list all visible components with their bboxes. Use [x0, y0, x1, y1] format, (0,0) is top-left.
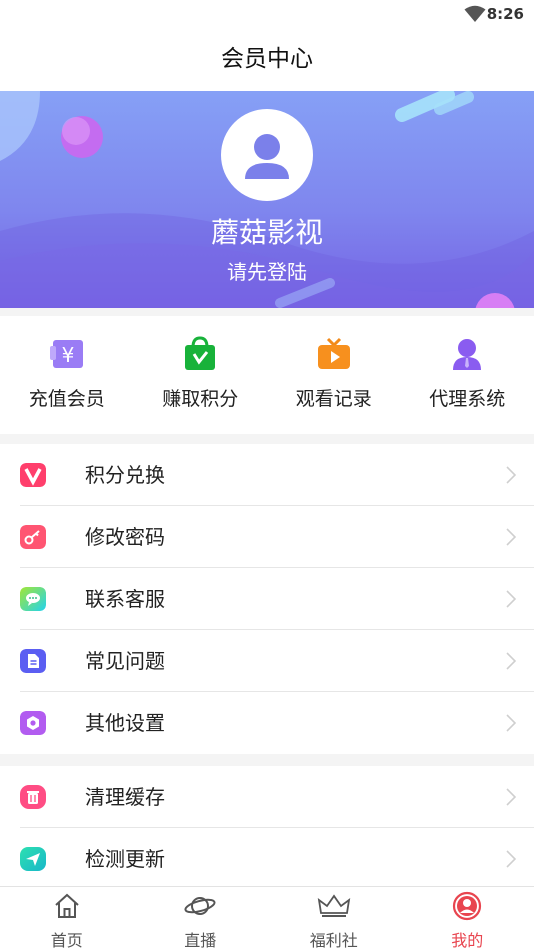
home-icon	[55, 893, 79, 918]
crown-icon	[317, 894, 350, 917]
tv-icon	[317, 337, 350, 369]
quick-action-label: 代理系统	[429, 388, 506, 410]
menu-item-faq[interactable]: 常见问题	[20, 630, 534, 692]
v-logo-icon	[20, 463, 46, 487]
gear-icon	[20, 711, 46, 735]
quick-action-label: 充值会员	[28, 388, 105, 410]
avatar[interactable]	[221, 109, 313, 201]
tab-welfare[interactable]: 福利社	[267, 887, 401, 949]
menu-item-change-password[interactable]: 修改密码	[20, 506, 534, 568]
menu-item-other-settings[interactable]: 其他设置	[20, 692, 534, 754]
quick-action-earn-points[interactable]: 赚取积分	[134, 316, 268, 434]
quick-action-recharge[interactable]: ¥ 充值会员	[0, 316, 134, 434]
chevron-right-icon	[506, 788, 516, 806]
chat-bubble-icon	[20, 587, 46, 611]
shopping-bag-icon	[185, 336, 216, 370]
quick-action-agent[interactable]: 代理系统	[401, 316, 534, 434]
menu-item-points-exchange[interactable]: 积分兑换	[20, 444, 534, 506]
chevron-right-icon	[506, 850, 516, 868]
tab-label: 首页	[50, 931, 83, 949]
chevron-right-icon	[506, 528, 516, 546]
status-time: 8:26	[486, 5, 524, 23]
yen-card-icon: ¥	[49, 340, 83, 368]
menu-group-main: 积分兑换 修改密码 联系客服 常见问题 其他设置	[0, 444, 534, 754]
tab-live[interactable]: 直播	[134, 887, 268, 949]
menu-item-label: 联系客服	[85, 587, 165, 611]
menu-item-check-update[interactable]: 检测更新	[20, 828, 534, 890]
chevron-right-icon	[506, 466, 516, 484]
menu-item-label: 检测更新	[85, 847, 165, 871]
login-prompt[interactable]: 请先登陆	[0, 256, 534, 285]
user-circle-icon	[453, 891, 482, 921]
quick-action-label: 赚取积分	[162, 388, 239, 410]
send-icon	[20, 847, 46, 871]
menu-item-label: 清理缓存	[85, 785, 165, 809]
svg-text:¥: ¥	[61, 343, 74, 367]
trash-icon	[20, 785, 46, 809]
page-title: 会员中心	[221, 46, 313, 72]
app-name: 蘑菇影视	[210, 216, 323, 249]
menu-item-label: 积分兑换	[85, 463, 165, 487]
tab-label: 直播	[184, 931, 217, 949]
chevron-right-icon	[506, 590, 516, 608]
tab-label: 福利社	[309, 931, 358, 949]
quick-action-history[interactable]: 观看记录	[267, 316, 401, 434]
menu-item-clear-cache[interactable]: 清理缓存	[20, 766, 534, 828]
agent-person-icon	[453, 339, 482, 370]
quick-actions: ¥ 充值会员 赚取积分 观看记录 代理系统	[0, 316, 534, 434]
menu-item-label: 常见问题	[85, 649, 165, 673]
title-bar: 会员中心	[0, 28, 534, 91]
status-bar: 8:26	[0, 0, 534, 28]
quick-action-label: 观看记录	[295, 388, 372, 410]
menu-item-label: 其他设置	[85, 711, 165, 735]
key-icon	[20, 525, 46, 549]
chevron-right-icon	[506, 714, 516, 732]
tab-mine[interactable]: 我的	[401, 887, 534, 949]
document-icon	[20, 649, 46, 673]
tab-home[interactable]: 首页	[0, 887, 134, 949]
planet-icon	[184, 897, 216, 915]
chevron-right-icon	[506, 652, 516, 670]
menu-group-system: 清理缓存 检测更新	[0, 766, 534, 886]
tab-label: 我的	[451, 931, 484, 949]
wifi-icon	[464, 5, 486, 22]
bottom-tab-bar: 首页 直播 福利社 我的	[0, 886, 534, 949]
profile-banner: 蘑菇影视 请先登陆	[0, 91, 534, 308]
user-avatar-icon	[245, 134, 289, 179]
menu-item-customer-service[interactable]: 联系客服	[20, 568, 534, 630]
menu-item-label: 修改密码	[85, 525, 165, 549]
